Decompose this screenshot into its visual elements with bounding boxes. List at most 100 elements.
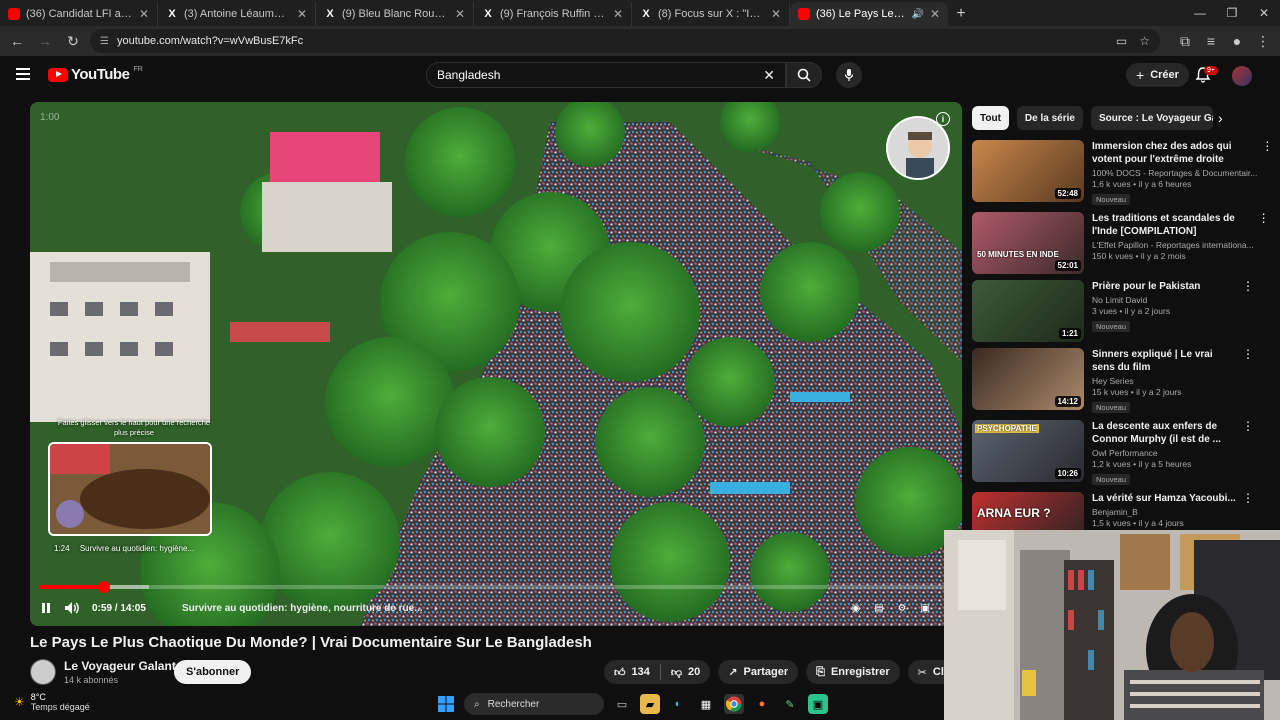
subscribe-button[interactable]: S'abonner xyxy=(174,660,252,684)
new-tab-button[interactable]: + xyxy=(948,2,974,26)
recommendation-item[interactable]: 50 MINUTES EN INDE 52:01 Les traditions et… xyxy=(972,212,1270,278)
account-avatar[interactable] xyxy=(1232,66,1252,86)
close-tab-icon[interactable]: ✕ xyxy=(930,7,940,21)
extensions-icon[interactable]: ⧉ xyxy=(1174,30,1196,52)
more-options-icon[interactable]: ⋮ xyxy=(1242,348,1254,360)
browser-tab[interactable]: X (9) François Ruffin sur X : "Ma ✕ xyxy=(474,2,632,26)
recommendation-item[interactable]: 1:21 Prière pour le Pakistan No Limit Davi… xyxy=(972,280,1254,346)
search-box[interactable]: ✕ xyxy=(426,62,786,88)
youtube-logo[interactable]: YouTube FR xyxy=(48,66,143,83)
recommendation-title[interactable]: Sinners expliqué | Le vrai sens du film xyxy=(1092,348,1238,374)
reload-icon[interactable]: ↻ xyxy=(62,30,84,52)
edge-browser-icon[interactable]: ◐ xyxy=(668,694,688,714)
close-tab-icon[interactable]: ✕ xyxy=(297,7,307,21)
close-tab-icon[interactable]: ✕ xyxy=(139,7,149,21)
chrome-icon[interactable] xyxy=(724,694,744,714)
progress-bar[interactable] xyxy=(40,581,952,593)
browser-tab[interactable]: (36) Candidat LFI antisémite à P ✕ xyxy=(0,2,158,26)
save-button[interactable]: ⎘ Enregistrer xyxy=(806,660,900,684)
site-info-icon[interactable]: ☰ xyxy=(100,36,109,47)
video-duration: 1:21 xyxy=(1058,328,1081,339)
chevron-right-icon[interactable]: › xyxy=(1218,110,1232,126)
recommendation-item[interactable]: 14:12 Sinners expliqué | Le vrai sens du … xyxy=(972,348,1254,414)
spotify-like-app-icon[interactable]: ▣ xyxy=(808,694,828,714)
create-button[interactable]: + Créer xyxy=(1126,63,1189,87)
recommendation-channel: L'Effet Papillon - Reportages internatio… xyxy=(1092,240,1254,250)
recommendation-thumbnail[interactable]: 52:48 xyxy=(972,140,1084,202)
subtitles-icon[interactable]: ▤ xyxy=(874,603,883,614)
recommendation-thumbnail[interactable]: 50 MINUTES EN INDE 52:01 xyxy=(972,212,1084,274)
volume-button[interactable] xyxy=(64,601,80,615)
address-bar[interactable]: ☰ youtube.com/watch?v=wVwBusE7kFc ▭ ☆ xyxy=(90,29,1160,53)
recommendation-thumbnail[interactable]: 14:12 xyxy=(972,348,1084,410)
more-options-icon[interactable]: ⋮ xyxy=(1242,492,1254,504)
search-input[interactable] xyxy=(437,68,737,82)
clear-search-icon[interactable]: ✕ xyxy=(763,67,775,84)
weather-widget[interactable]: ☀ 8°C Temps dégagé xyxy=(14,692,90,712)
browser-tab[interactable]: X (9) Bleu Blanc Rouge ! sur X : ✕ xyxy=(316,2,474,26)
info-icon[interactable]: i xyxy=(936,112,950,126)
browser-tab[interactable]: X (8) Focus sur X : "INFO | ✕ xyxy=(632,2,790,26)
store-icon[interactable]: ▦ xyxy=(696,694,716,714)
channel-avatar[interactable] xyxy=(30,659,56,685)
chip-source[interactable]: Source : Le Voyageur Galant xyxy=(1090,106,1213,130)
cast-icon[interactable]: ▭ xyxy=(1116,34,1127,48)
like-button[interactable]: 👍︎ 134 xyxy=(604,666,660,679)
share-button[interactable]: ↗ Partager xyxy=(718,660,799,684)
close-tab-icon[interactable]: ✕ xyxy=(455,7,465,21)
chapter-chevron-icon[interactable]: › xyxy=(435,603,438,614)
channel-owner[interactable]: Le Voyageur Galant 14 k abonnés xyxy=(30,658,176,686)
forward-arrow-icon[interactable]: → xyxy=(34,30,56,52)
more-options-icon[interactable]: ⋮ xyxy=(1242,420,1254,432)
miniplayer-icon[interactable]: ▣ xyxy=(921,603,930,614)
browser-tab[interactable]: X (3) Antoine Léaument sur X : ✕ xyxy=(158,2,316,26)
search-icon xyxy=(797,68,811,82)
maximize-icon[interactable]: ❐ xyxy=(1216,0,1248,26)
reading-list-icon[interactable]: ≡ xyxy=(1200,30,1222,52)
search-button[interactable] xyxy=(786,62,822,88)
chip-all[interactable]: Tout xyxy=(972,106,1009,130)
recommendation-thumbnail[interactable]: PSYCHOPATHE 10:26 xyxy=(972,420,1084,482)
autoplay-toggle-icon[interactable]: ◉ xyxy=(851,603,860,614)
taskbar-search[interactable]: ⌕ Rechercher xyxy=(464,693,604,715)
firefox-icon[interactable]: ● xyxy=(752,694,772,714)
browser-tab-active[interactable]: (36) Le Pays Le Plus Chaotiq 🔊 ✕ xyxy=(790,2,948,26)
profile-icon[interactable]: ● xyxy=(1226,30,1248,52)
browser-menu-icon[interactable]: ⋮ xyxy=(1252,30,1274,52)
recommendation-meta: Les traditions et scandales de l'Inde [C… xyxy=(1092,212,1270,278)
scrubber-handle[interactable] xyxy=(97,581,110,593)
recommendation-title[interactable]: Immersion chez des ados qui votent pour … xyxy=(1092,140,1257,166)
bookmark-star-icon[interactable]: ☆ xyxy=(1139,34,1150,48)
close-window-icon[interactable]: ✕ xyxy=(1248,0,1280,26)
recommendation-thumbnail[interactable]: 1:21 xyxy=(972,280,1084,342)
video-player[interactable]: 1:00 i Faites glisser vers le haut pour … xyxy=(30,102,962,626)
settings-gear-icon[interactable]: ⚙ xyxy=(898,603,907,614)
minimize-icon[interactable]: — xyxy=(1184,0,1216,26)
more-options-icon[interactable]: ⋮ xyxy=(1242,280,1254,292)
pause-button[interactable] xyxy=(40,602,52,614)
recommendation-title[interactable]: Prière pour le Pakistan xyxy=(1092,280,1238,293)
task-view-icon[interactable]: ▭ xyxy=(612,694,632,714)
app-icon[interactable]: ✎ xyxy=(780,694,800,714)
hamburger-menu-icon[interactable] xyxy=(16,68,30,80)
chip-series[interactable]: De la série xyxy=(1016,106,1083,130)
recommendation-title[interactable]: La vérité sur Hamza Yacoubi... xyxy=(1092,492,1238,505)
close-tab-icon[interactable]: ✕ xyxy=(771,7,781,21)
close-tab-icon[interactable]: ✕ xyxy=(613,7,623,21)
speaker-icon[interactable]: 🔊 xyxy=(911,9,923,20)
more-options-icon[interactable]: ⋮ xyxy=(1258,212,1270,224)
dislike-button[interactable]: 👎︎ 20 xyxy=(661,666,710,679)
back-arrow-icon[interactable]: ← xyxy=(6,30,28,52)
windows-start-icon[interactable] xyxy=(436,694,456,714)
recommendation-item[interactable]: 52:48 Immersion chez des ados qui votent … xyxy=(972,140,1273,206)
more-options-icon[interactable]: ⋮ xyxy=(1261,140,1273,152)
file-explorer-icon[interactable]: ▰ xyxy=(640,694,660,714)
recommendation-title[interactable]: Les traditions et scandales de l'Inde [C… xyxy=(1092,212,1254,238)
chapter-title[interactable]: Survivre au quotidien: hygiène, nourritu… xyxy=(182,603,423,614)
voice-search-button[interactable] xyxy=(836,62,862,88)
channel-name[interactable]: Le Voyageur Galant xyxy=(64,659,176,673)
recommendation-item[interactable]: ARNA EUR ? La vérité sur Hamza Yacoubi...… xyxy=(972,492,1254,554)
tab-title: (3) Antoine Léaument sur X : xyxy=(184,8,291,20)
recommendation-title[interactable]: La descente aux enfers de Connor Murphy … xyxy=(1092,420,1238,446)
recommendation-item[interactable]: PSYCHOPATHE 10:26 La descente aux enfers d… xyxy=(972,420,1254,486)
